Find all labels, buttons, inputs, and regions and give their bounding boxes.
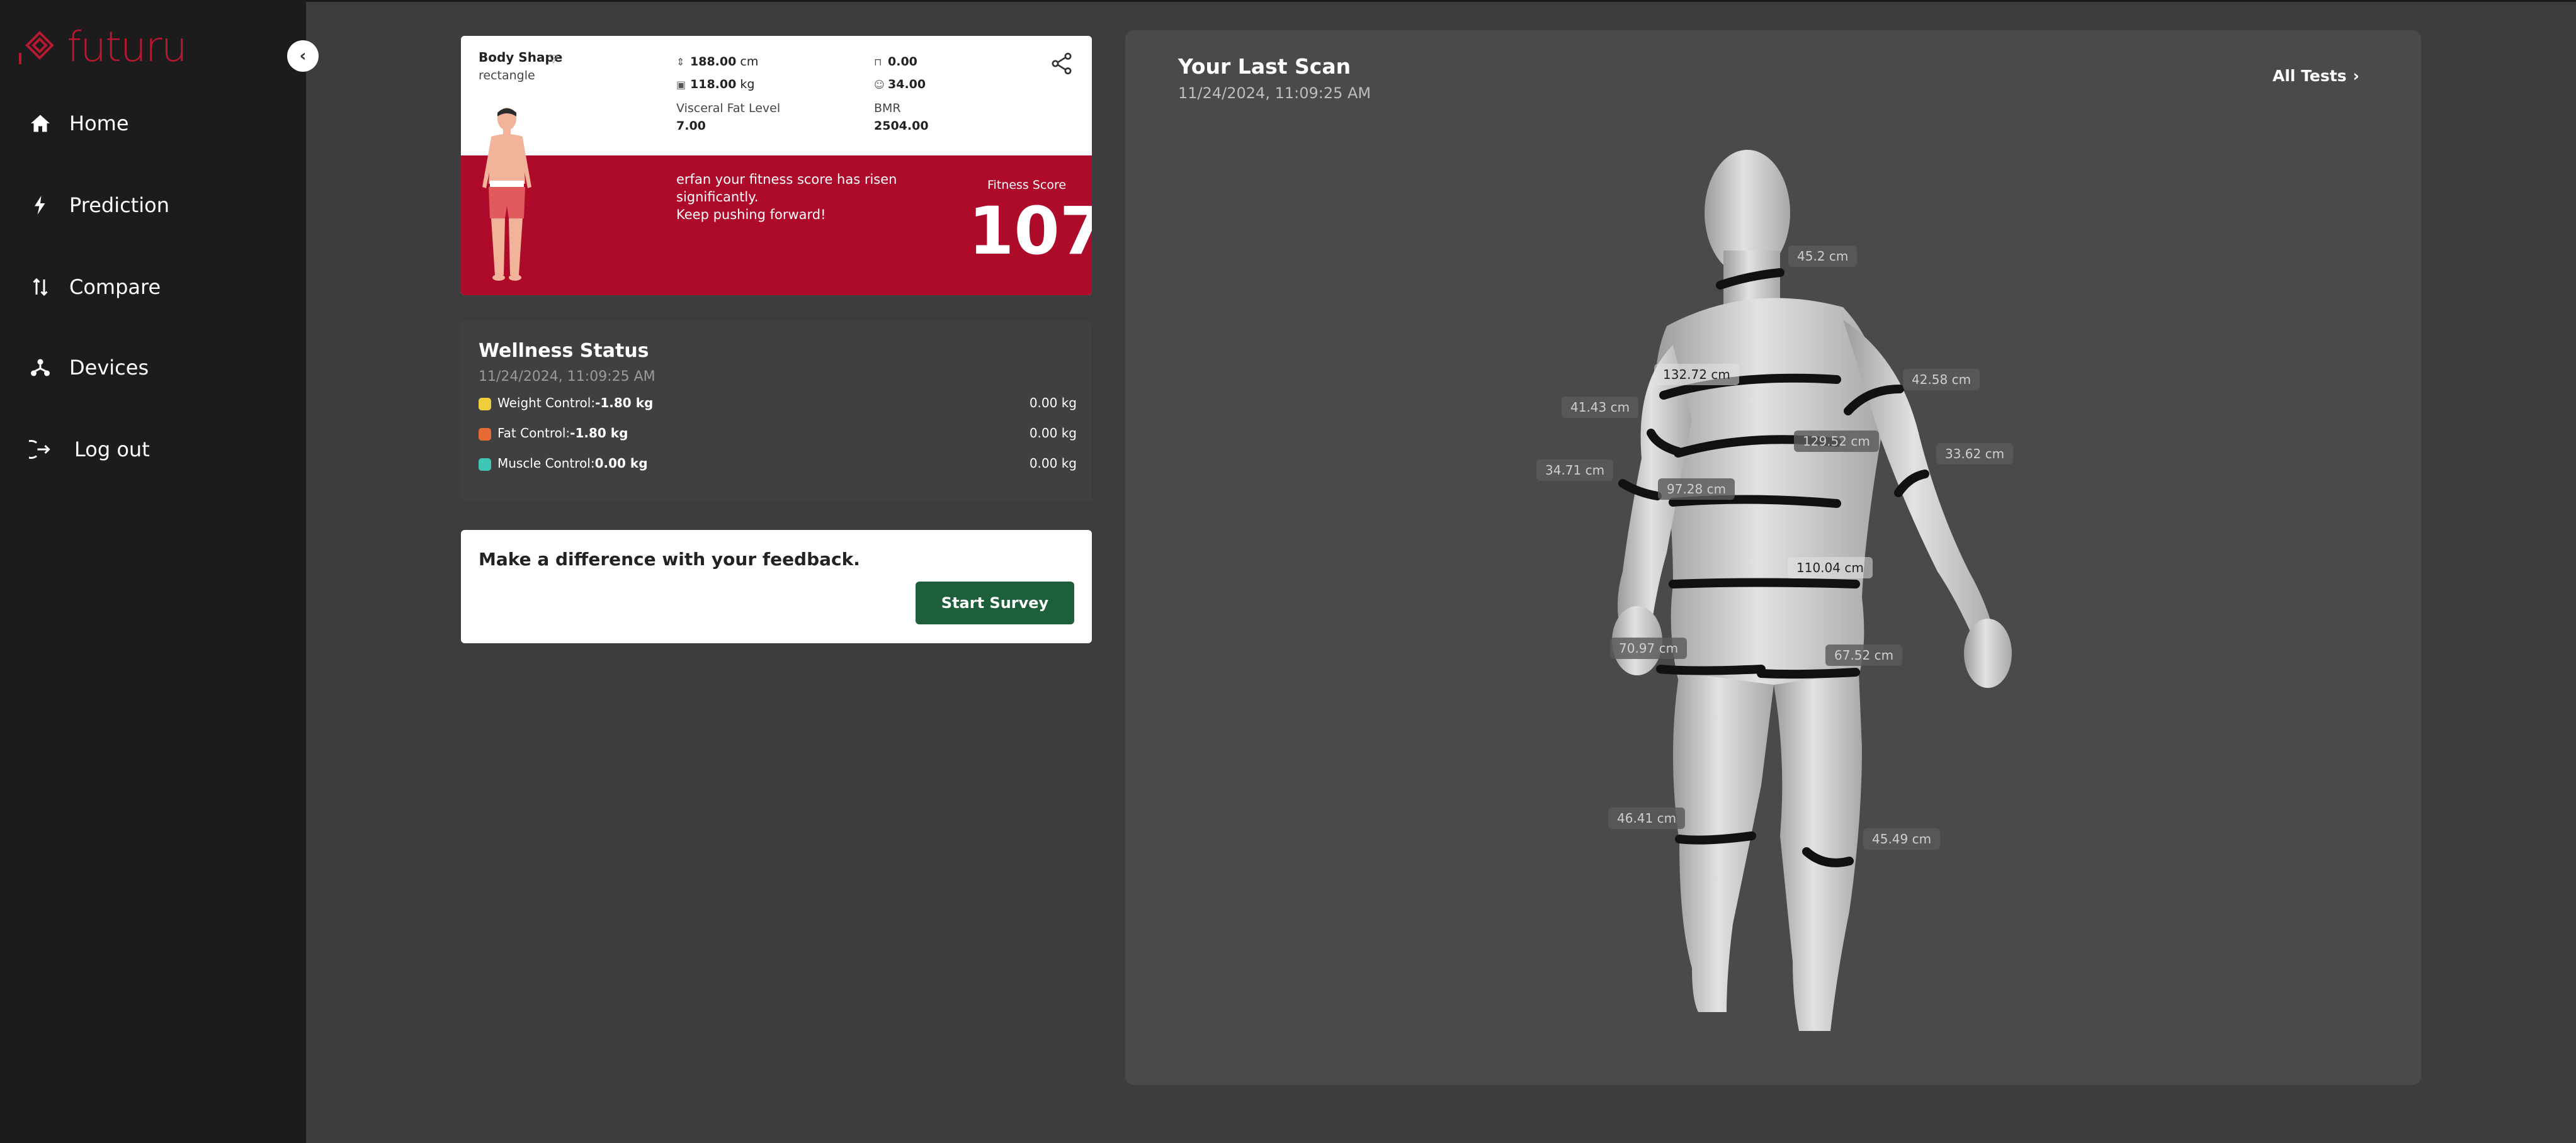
app-logo[interactable]: futuru bbox=[18, 23, 188, 71]
weight-color-dot bbox=[479, 398, 491, 410]
body-shape-dropdown-icon[interactable]: ▽ bbox=[549, 52, 558, 65]
visceral-fat-value: 7.00 bbox=[676, 119, 706, 133]
bolt-icon bbox=[28, 193, 53, 218]
top-border bbox=[0, 0, 2576, 2]
weight-control-value: 0.00 kg bbox=[1029, 395, 1077, 410]
sidebar-item-label: Prediction bbox=[69, 193, 169, 217]
abdomen-measurement: 97.28 cm bbox=[1658, 478, 1735, 500]
share-icon[interactable] bbox=[1049, 51, 1074, 76]
sidebar-item-label: Compare bbox=[69, 275, 161, 299]
sidebar-item-label: Devices bbox=[69, 356, 149, 380]
fat-color-dot bbox=[479, 428, 491, 441]
weight-metric: ▣ 118.00 kg bbox=[676, 77, 755, 91]
wellness-date: 11/24/2024, 11:09:25 AM bbox=[479, 369, 655, 385]
sidebar-item-label: Home bbox=[69, 111, 129, 135]
calf-right-measurement: 46.41 cm bbox=[1608, 808, 1686, 829]
fitness-score-label: Fitness Score bbox=[987, 178, 1067, 192]
thigh-left-measurement: 67.52 cm bbox=[1825, 645, 1903, 666]
waist-measurement: 129.52 cm bbox=[1794, 431, 1879, 452]
bicep-left-measurement: 42.58 cm bbox=[1903, 369, 1980, 390]
wellness-status-card: Wellness Status 11/24/2024, 11:09:25 AM … bbox=[461, 321, 1092, 501]
chevron-left-icon: ‹ bbox=[299, 47, 307, 65]
calf-left-measurement: 45.49 cm bbox=[1863, 828, 1941, 850]
feedback-text: Make a difference with your feedback. bbox=[479, 549, 860, 570]
last-scan-panel: Your Last Scan 11/24/2024, 11:09:25 AM A… bbox=[1125, 30, 2421, 1085]
body-model bbox=[1612, 150, 2012, 1031]
fitness-message: erfan your fitness score has risen signi… bbox=[676, 172, 897, 222]
bicep-right-measurement: 41.43 cm bbox=[1562, 397, 1639, 418]
age-icon: ☺ bbox=[874, 79, 885, 91]
muscle-control-value: 0.00 kg bbox=[1029, 456, 1077, 471]
sidebar-item-home[interactable]: Home bbox=[0, 98, 306, 149]
sidebar-item-devices[interactable]: Devices bbox=[0, 342, 306, 393]
wellness-title: Wellness Status bbox=[479, 340, 649, 362]
start-survey-button[interactable]: Start Survey bbox=[916, 582, 1074, 624]
sidebar-item-label: Log out bbox=[74, 437, 150, 461]
devices-icon bbox=[28, 355, 53, 380]
sidebar-item-compare[interactable]: Compare bbox=[0, 262, 306, 312]
bmr-label: BMR bbox=[874, 101, 901, 115]
compare-arrows-icon bbox=[28, 274, 53, 300]
fitness-score-value: 107 bbox=[968, 193, 1092, 269]
logo-text: futuru bbox=[67, 23, 188, 71]
bmr-value: 2504.00 bbox=[874, 119, 929, 133]
wellness-row-weight: Weight Control:-1.80 kg 0.00 kg bbox=[479, 394, 1077, 413]
thigh-right-measurement: 70.97 cm bbox=[1610, 638, 1688, 659]
neck-measurement: 45.2 cm bbox=[1788, 245, 1858, 267]
wellness-row-fat: Fat Control:-1.80 kg 0.00 kg bbox=[479, 424, 1077, 443]
scale-icon: ▣ bbox=[676, 79, 686, 91]
home-icon bbox=[28, 111, 53, 136]
body-shape-value: rectangle bbox=[479, 69, 535, 82]
metric-a: ⊓ 0.00 bbox=[874, 55, 917, 69]
body-scan-3d-model[interactable] bbox=[1125, 30, 2421, 1085]
sidebar-item-logout[interactable]: Log out bbox=[0, 424, 306, 475]
bone-icon: ⊓ bbox=[874, 56, 882, 68]
chest-measurement: 132.72 cm bbox=[1654, 364, 1739, 385]
collapse-sidebar-button[interactable]: ‹ bbox=[287, 40, 319, 72]
forearm-left-measurement: 33.62 cm bbox=[1936, 443, 2014, 465]
logout-icon bbox=[28, 437, 53, 462]
fat-control-value: 0.00 kg bbox=[1029, 425, 1077, 441]
visceral-fat-label: Visceral Fat Level bbox=[676, 101, 781, 115]
wellness-row-muscle: Muscle Control:0.00 kg 0.00 kg bbox=[479, 454, 1077, 473]
metric-b: ☺ 34.00 bbox=[874, 77, 926, 91]
feedback-card: Make a difference with your feedback. St… bbox=[461, 530, 1092, 643]
height-icon: ⇕ bbox=[676, 56, 685, 68]
logo-icon bbox=[19, 31, 54, 64]
forearm-right-measurement: 34.71 cm bbox=[1536, 459, 1614, 481]
body-avatar-image bbox=[482, 108, 531, 281]
height-metric: ⇕ 188.00 cm bbox=[676, 55, 759, 69]
sidebar: futuru Home Prediction Compare Devices L… bbox=[0, 0, 306, 1143]
muscle-color-dot bbox=[479, 458, 491, 471]
hip-measurement: 110.04 cm bbox=[1788, 557, 1873, 578]
sidebar-item-prediction[interactable]: Prediction bbox=[0, 180, 306, 230]
profile-card: Body Shape ▽ rectangle ⇕ 188.00 cm ▣ 118.0… bbox=[461, 36, 1092, 295]
